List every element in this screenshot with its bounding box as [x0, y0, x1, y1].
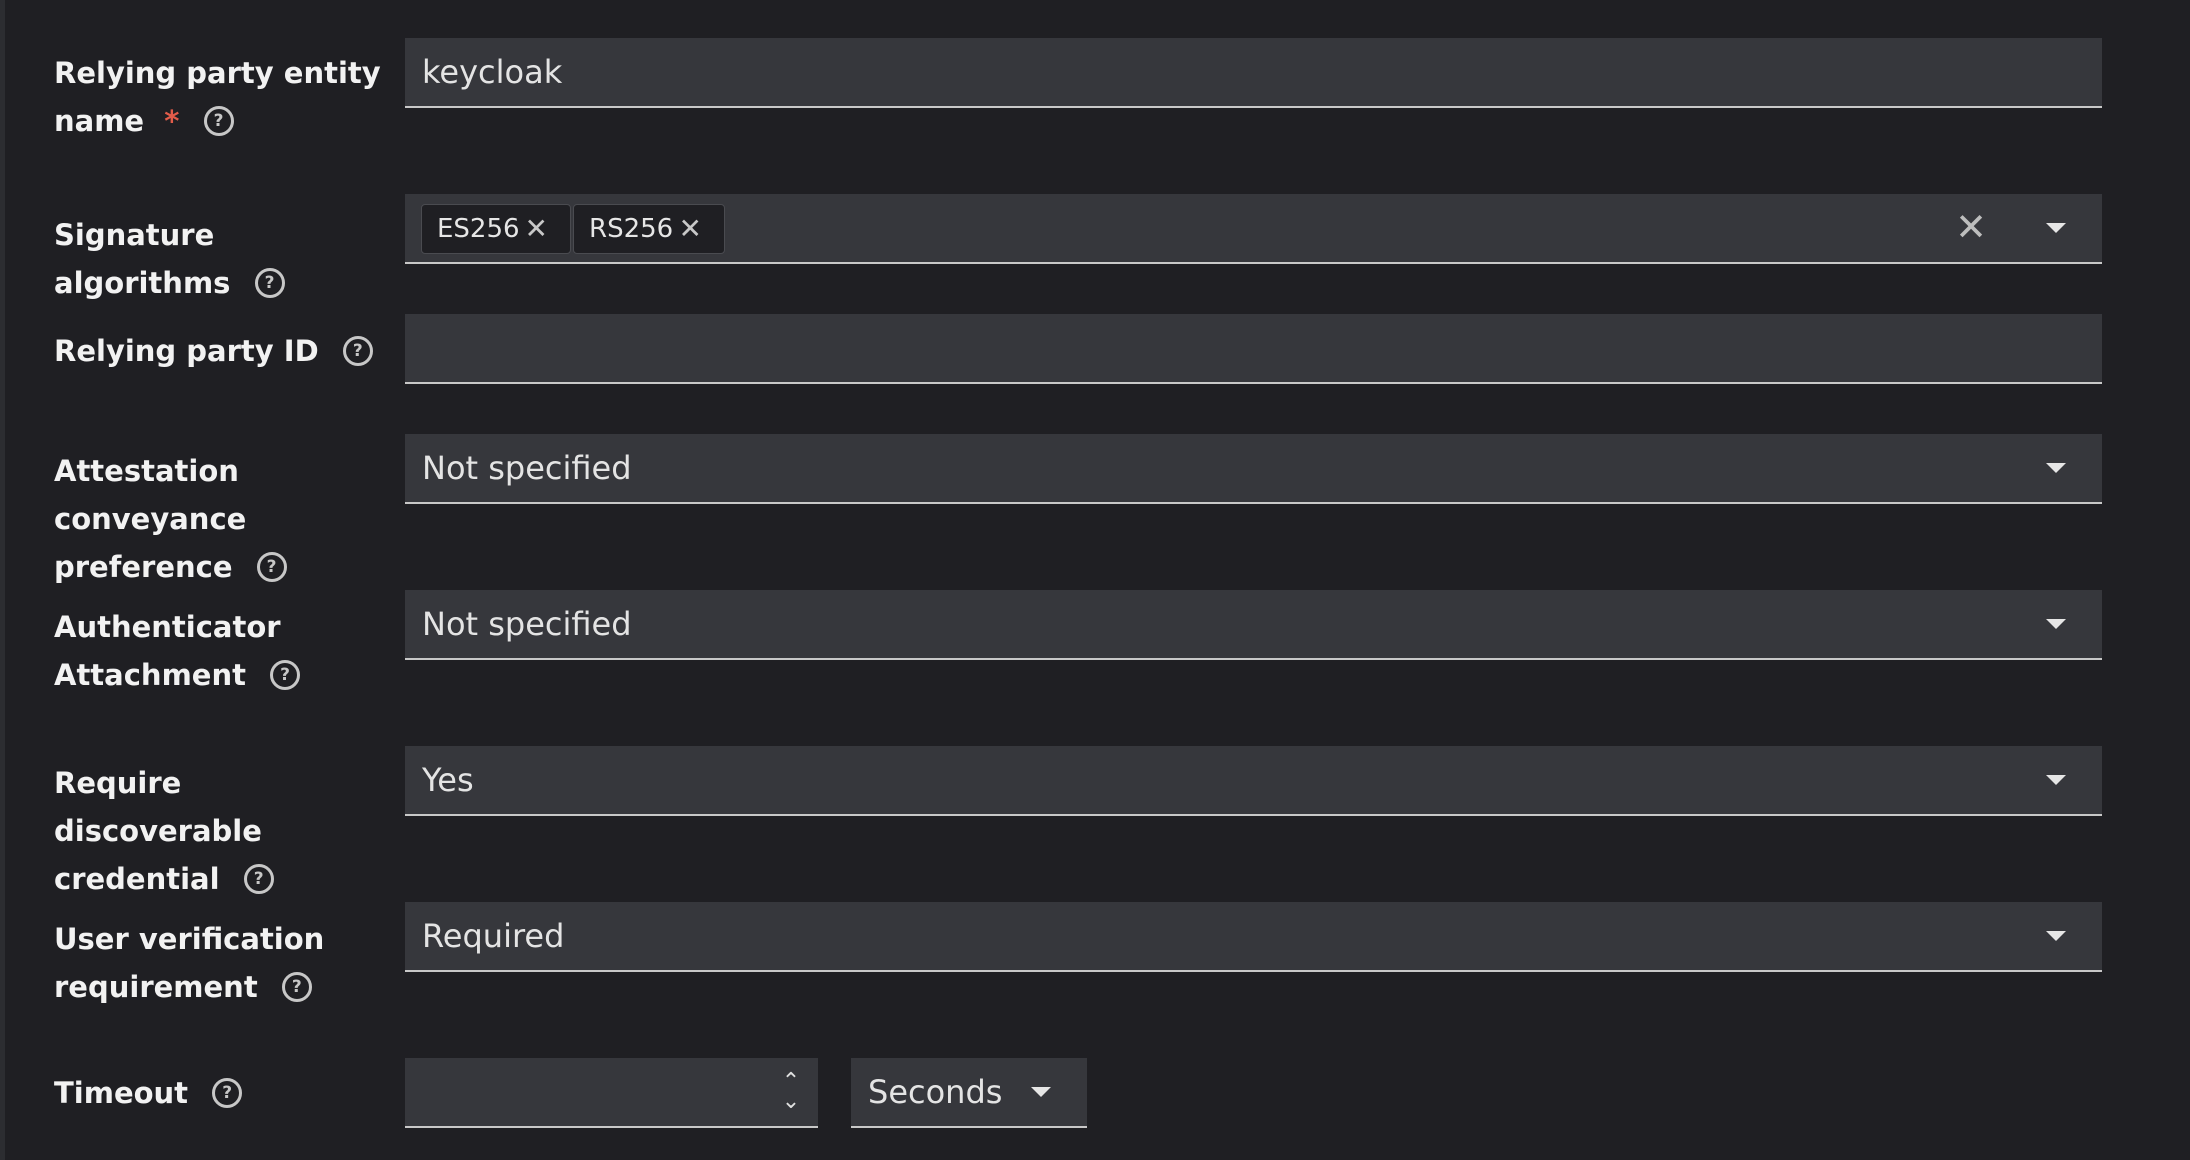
require-discoverable-select[interactable]: Yes: [405, 746, 2102, 816]
caret-down-icon: [2046, 775, 2066, 785]
help-icon[interactable]: ?: [254, 268, 285, 298]
chip-rs256: RS256 ✕: [573, 204, 725, 254]
signature-algorithms-select[interactable]: ES256 ✕ RS256 ✕ ✕: [405, 194, 2102, 264]
rp-entity-name-input[interactable]: keycloak: [405, 38, 2102, 108]
rp-id-input[interactable]: [405, 314, 2102, 384]
label-text: Relying party ID: [54, 334, 319, 368]
remove-chip-icon[interactable]: ✕: [525, 205, 548, 253]
help-icon[interactable]: ?: [203, 106, 234, 136]
label-line: Attachment: [54, 658, 246, 692]
label-line: name: [54, 104, 145, 138]
label-line: requirement: [54, 970, 258, 1004]
caret-down-icon: [1031, 1087, 1051, 1097]
chip-label: ES256: [437, 214, 520, 244]
rp-id-label: Relying party ID ?: [54, 327, 394, 375]
caret-down-icon[interactable]: [2046, 223, 2066, 233]
help-icon[interactable]: ?: [342, 336, 373, 366]
chevron-down-icon[interactable]: ⌄: [776, 1091, 806, 1113]
attestation-select[interactable]: Not specified: [405, 434, 2102, 504]
help-icon[interactable]: ?: [270, 660, 301, 690]
help-icon[interactable]: ?: [212, 1078, 243, 1108]
select-value: Not specified: [422, 605, 632, 643]
up-down-icon[interactable]: ⌃ ⌄: [776, 1071, 806, 1114]
signature-algorithms-label: Signature algorithms ?: [54, 211, 394, 307]
caret-down-icon: [2046, 619, 2066, 629]
user-verification-label: User verification requirement ?: [54, 915, 394, 1011]
label-line: preference: [54, 550, 233, 584]
authenticator-attachment-select[interactable]: Not specified: [405, 590, 2102, 660]
caret-down-icon: [2046, 463, 2066, 473]
select-value: Yes: [422, 761, 474, 799]
label-line: User verification: [54, 922, 325, 956]
label-line: Attestation conveyance: [54, 454, 247, 536]
user-verification-select[interactable]: Required: [405, 902, 2102, 972]
select-value: Not specified: [422, 449, 632, 487]
label-text: Signature algorithms: [54, 218, 231, 300]
chip-es256: ES256 ✕: [421, 204, 571, 254]
help-icon[interactable]: ?: [243, 864, 274, 894]
timeout-unit-select[interactable]: Seconds: [851, 1058, 1087, 1128]
require-discoverable-label: Require discoverable credential ?: [54, 759, 394, 903]
label-line: Authenticator: [54, 610, 281, 644]
caret-down-icon: [2046, 931, 2066, 941]
label-line: Require discoverable: [54, 766, 262, 848]
help-icon[interactable]: ?: [256, 552, 287, 582]
remove-chip-icon[interactable]: ✕: [679, 205, 702, 253]
label-line: Relying party entity: [54, 56, 381, 90]
label-line: credential: [54, 862, 220, 896]
required-asterisk: *: [164, 104, 180, 138]
attestation-label: Attestation conveyance preference ?: [54, 447, 394, 591]
select-value: Seconds: [868, 1073, 1003, 1111]
select-value: Required: [422, 917, 565, 955]
label-text: Timeout: [54, 1076, 189, 1110]
left-edge: [0, 0, 5, 1160]
authenticator-attachment-label: Authenticator Attachment ?: [54, 603, 394, 699]
rp-entity-name-label: Relying party entity name * ?: [54, 49, 394, 145]
input-value: keycloak: [422, 53, 563, 91]
help-icon[interactable]: ?: [281, 972, 312, 1002]
clear-all-icon[interactable]: ✕: [1955, 202, 1987, 252]
timeout-label: Timeout ?: [54, 1069, 394, 1117]
chip-label: RS256: [589, 214, 674, 244]
timeout-number-input[interactable]: ⌃ ⌄: [405, 1058, 818, 1128]
